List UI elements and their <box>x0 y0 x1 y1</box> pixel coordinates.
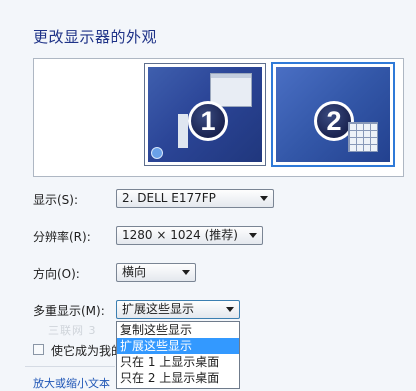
monitor-number-badge: 1 <box>188 101 228 141</box>
display-label: 显示(S): <box>33 193 79 207</box>
dropdown-option-duplicate[interactable]: 复制这些显示 <box>117 322 239 338</box>
chevron-down-icon <box>226 307 234 312</box>
page-title: 更改显示器的外观 <box>33 28 158 46</box>
resize-text-link[interactable]: 放大或缩小文本 <box>33 375 110 391</box>
multiple-displays-select[interactable]: 扩展这些显示 <box>116 300 240 319</box>
resolution-select[interactable]: 1280 × 1024 (推荐) <box>116 226 263 245</box>
chevron-down-icon <box>260 196 268 201</box>
divider <box>25 366 115 367</box>
dropdown-option-extend[interactable]: 扩展这些显示 <box>117 338 239 354</box>
monitor-2[interactable]: 2 <box>271 62 395 167</box>
resolution-select-value: 1280 × 1024 (推荐) <box>122 228 238 242</box>
monitor-arrangement-preview: 1 2 <box>33 58 404 177</box>
dropdown-option-only-1[interactable]: 只在 1 上显示桌面 <box>117 354 239 370</box>
chevron-down-icon <box>182 270 190 275</box>
make-main-display-checkbox[interactable] <box>33 344 44 355</box>
display-select-value: 2. DELL E177FP <box>122 191 216 205</box>
multiple-displays-dropdown: 复制这些显示 扩展这些显示 只在 1 上显示桌面 只在 2 上显示桌面 <box>116 321 240 389</box>
watermark: 三联网 3 <box>48 324 97 337</box>
display-settings-window: 更改显示器的外观 1 2 显示(S): 2. DELL E177FP 分辨率(R… <box>0 0 416 391</box>
orientation-label: 方向(O): <box>33 267 80 281</box>
chevron-down-icon <box>249 233 257 238</box>
mini-gadget-icon <box>178 114 188 148</box>
multiple-displays-label: 多重显示(M): <box>33 304 105 318</box>
start-orb-icon <box>151 147 163 159</box>
display-select[interactable]: 2. DELL E177FP <box>116 189 274 208</box>
orientation-select-value: 横向 <box>122 265 147 279</box>
monitor-1[interactable]: 1 <box>144 63 266 166</box>
dropdown-option-only-2[interactable]: 只在 2 上显示桌面 <box>117 370 239 386</box>
resolution-label: 分辨率(R): <box>33 230 91 244</box>
make-main-display-label: 使它成为我的 <box>51 344 124 358</box>
multiple-displays-select-value: 扩展这些显示 <box>122 302 195 316</box>
mini-calendar-icon <box>348 122 378 152</box>
orientation-select[interactable]: 横向 <box>116 263 196 282</box>
